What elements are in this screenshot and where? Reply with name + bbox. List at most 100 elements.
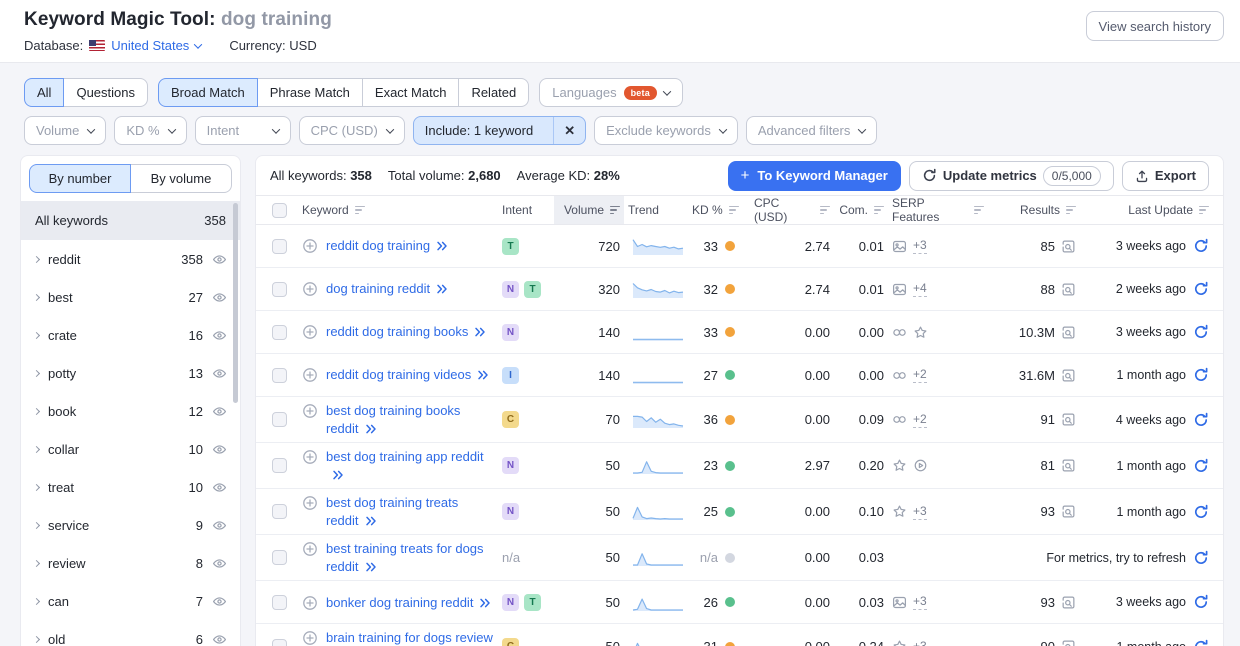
keyword-link[interactable]: reddit dog training	[326, 238, 430, 253]
remove-include-filter-icon[interactable]: ✕	[553, 117, 585, 144]
sidebar-scrollbar[interactable]	[233, 203, 238, 403]
tab-languages[interactable]: Languages beta	[539, 78, 683, 107]
star-serp-icon[interactable]	[892, 504, 907, 519]
refresh-metrics-icon[interactable]	[1193, 412, 1209, 428]
col-header-com[interactable]: Com.	[834, 196, 888, 224]
serp-results-icon[interactable]	[1061, 504, 1076, 519]
eye-icon[interactable]	[212, 442, 227, 457]
keyword-link[interactable]: bonker dog training reddit	[326, 595, 473, 610]
sidebar-group-book[interactable]: book12	[21, 392, 240, 430]
sidebar-group-old[interactable]: old6	[21, 620, 240, 646]
add-keyword-icon[interactable]	[302, 238, 318, 254]
kd-filter[interactable]: KD %	[114, 116, 186, 145]
eye-icon[interactable]	[212, 632, 227, 646]
refresh-metrics-icon[interactable]	[1193, 324, 1209, 340]
star-serp-icon[interactable]	[892, 458, 907, 473]
serp-more-link[interactable]: +3	[913, 594, 927, 610]
refresh-metrics-icon[interactable]	[1193, 238, 1209, 254]
col-header-cpc-usd[interactable]: CPC (USD)	[750, 196, 834, 224]
refresh-metrics-icon[interactable]	[1193, 504, 1209, 520]
serp-more-link[interactable]: +3	[913, 238, 927, 254]
serp-more-link[interactable]: +4	[913, 281, 927, 297]
row-checkbox[interactable]	[272, 239, 287, 254]
add-keyword-icon[interactable]	[302, 495, 318, 511]
image-serp-icon[interactable]	[892, 595, 907, 610]
sidebar-group-treat[interactable]: treat10	[21, 468, 240, 506]
select-all-checkbox[interactable]	[272, 203, 287, 218]
row-checkbox[interactable]	[272, 282, 287, 297]
row-checkbox[interactable]	[272, 639, 287, 646]
serp-results-icon[interactable]	[1061, 412, 1076, 427]
eye-icon[interactable]	[212, 404, 227, 419]
link-serp-icon[interactable]	[892, 412, 907, 427]
star-serp-icon[interactable]	[913, 325, 928, 340]
row-checkbox[interactable]	[272, 458, 287, 473]
expand-keyword-icon[interactable]	[479, 598, 491, 608]
sidebar-group-crate[interactable]: crate16	[21, 316, 240, 354]
keyword-link[interactable]: reddit dog training books	[326, 324, 468, 339]
sidebar-group-potty[interactable]: potty13	[21, 354, 240, 392]
expand-keyword-icon[interactable]	[474, 327, 486, 337]
star-serp-icon[interactable]	[892, 639, 907, 646]
keyword-link[interactable]: best dog training app reddit	[326, 449, 484, 464]
eye-icon[interactable]	[212, 252, 227, 267]
sidebar-group-service[interactable]: service9	[21, 506, 240, 544]
row-checkbox[interactable]	[272, 368, 287, 383]
view-search-history-button[interactable]: View search history	[1086, 11, 1224, 41]
keyword-link[interactable]: dog training reddit	[326, 281, 430, 296]
link-serp-icon[interactable]	[892, 325, 907, 340]
tab-all[interactable]: All	[24, 78, 64, 107]
image-serp-icon[interactable]	[892, 239, 907, 254]
row-checkbox[interactable]	[272, 325, 287, 340]
col-header-results[interactable]: Results	[988, 196, 1080, 224]
expand-keyword-icon[interactable]	[332, 470, 344, 480]
refresh-metrics-icon[interactable]	[1193, 281, 1209, 297]
link-serp-icon[interactable]	[892, 368, 907, 383]
refresh-metrics-icon[interactable]	[1193, 550, 1209, 566]
row-checkbox[interactable]	[272, 550, 287, 565]
keyword-link[interactable]: brain training for dogs review reddit	[326, 630, 493, 646]
expand-keyword-icon[interactable]	[477, 370, 489, 380]
row-checkbox[interactable]	[272, 504, 287, 519]
tab-exact-match[interactable]: Exact Match	[362, 78, 460, 107]
col-header-volume[interactable]: Volume	[554, 196, 624, 224]
intent-filter[interactable]: Intent	[195, 116, 291, 145]
col-header-kd[interactable]: KD %	[688, 196, 750, 224]
add-keyword-icon[interactable]	[302, 403, 318, 419]
sidebar-group-best[interactable]: best27	[21, 278, 240, 316]
play-serp-icon[interactable]	[913, 458, 928, 473]
add-keyword-icon[interactable]	[302, 595, 318, 611]
expand-keyword-icon[interactable]	[365, 516, 377, 526]
expand-keyword-icon[interactable]	[365, 562, 377, 572]
sidebar-group-review[interactable]: review8	[21, 544, 240, 582]
tab-broad-match[interactable]: Broad Match	[158, 78, 258, 107]
expand-keyword-icon[interactable]	[436, 241, 448, 251]
exclude-keywords-filter[interactable]: Exclude keywords	[594, 116, 738, 145]
eye-icon[interactable]	[212, 594, 227, 609]
expand-keyword-icon[interactable]	[436, 284, 448, 294]
tab-questions[interactable]: Questions	[63, 78, 148, 107]
serp-results-icon[interactable]	[1061, 325, 1076, 340]
serp-more-link[interactable]: +2	[913, 367, 927, 383]
tab-phrase-match[interactable]: Phrase Match	[257, 78, 363, 107]
row-checkbox[interactable]	[272, 412, 287, 427]
eye-icon[interactable]	[212, 480, 227, 495]
eye-icon[interactable]	[212, 366, 227, 381]
col-header-keyword[interactable]: Keyword	[298, 196, 498, 224]
sidebar-group-collar[interactable]: collar10	[21, 430, 240, 468]
add-keyword-icon[interactable]	[302, 281, 318, 297]
refresh-metrics-icon[interactable]	[1193, 594, 1209, 610]
volume-filter[interactable]: Volume	[24, 116, 106, 145]
serp-results-icon[interactable]	[1061, 458, 1076, 473]
serp-more-link[interactable]: +3	[913, 639, 927, 646]
serp-more-link[interactable]: +3	[913, 504, 927, 520]
add-keyword-icon[interactable]	[302, 541, 318, 557]
eye-icon[interactable]	[212, 518, 227, 533]
keyword-link[interactable]: best dog training treats reddit	[326, 495, 458, 528]
serp-more-link[interactable]: +2	[913, 412, 927, 428]
serp-results-icon[interactable]	[1061, 639, 1076, 646]
sidebar-group-can[interactable]: can7	[21, 582, 240, 620]
serp-results-icon[interactable]	[1061, 239, 1076, 254]
database-selector[interactable]: United States	[111, 38, 201, 53]
sidebar-group-reddit[interactable]: reddit358	[21, 240, 240, 278]
